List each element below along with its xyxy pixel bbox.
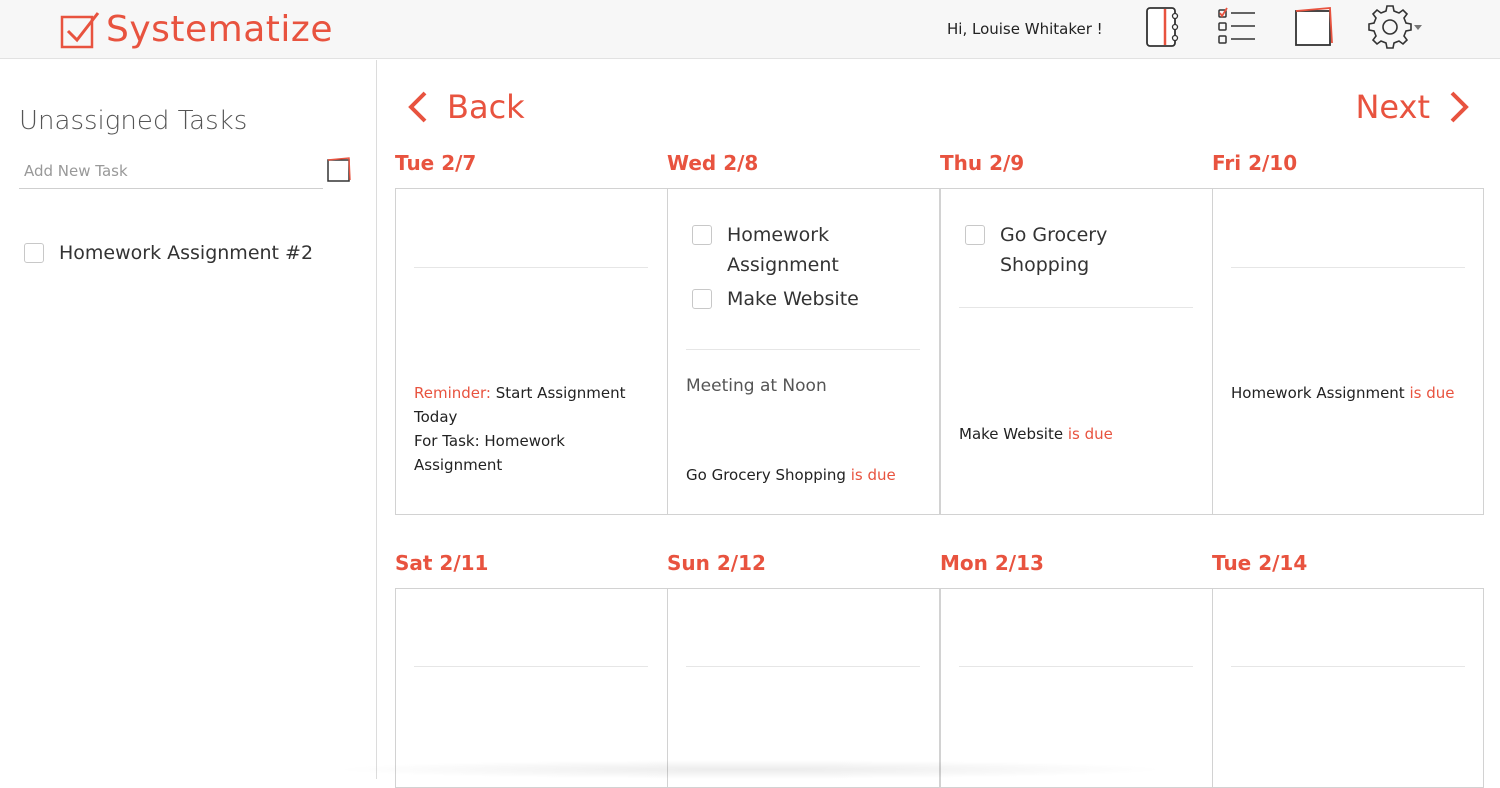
next-button[interactable]: Next <box>1355 88 1472 126</box>
list-item[interactable]: Make Website <box>692 284 922 314</box>
day-header: Tue 2/7 <box>395 151 477 175</box>
sidebar-title: Unassigned Tasks <box>19 106 248 136</box>
checklist-icon[interactable] <box>1214 4 1258 50</box>
day-header: Sat 2/11 <box>395 551 489 575</box>
reminder-note: Reminder: Start Assignment Today For Tas… <box>414 381 654 477</box>
sticky-note-icon <box>327 157 351 182</box>
task-label: Homework Assignment <box>727 224 839 276</box>
day-cell-mon-2-13[interactable] <box>940 588 1213 788</box>
reminder-prefix: Reminder: <box>414 384 491 402</box>
cell-divider <box>686 349 920 350</box>
chevron-right-icon <box>1450 91 1469 123</box>
day-cell-sun-2-12[interactable] <box>667 588 940 788</box>
day-header: Fri 2/10 <box>1212 151 1298 175</box>
checkbox-logo-icon <box>60 12 100 49</box>
due-item: Make Website <box>959 425 1064 443</box>
due-note: Homework Assignment is due <box>1231 381 1454 405</box>
scroll-shadow <box>330 760 1170 779</box>
app-name: Systematize <box>106 8 333 50</box>
event-item[interactable]: Meeting at Noon <box>686 376 827 396</box>
list-item[interactable]: Homework Assignment #2 <box>24 238 313 268</box>
day-header: Tue 2/14 <box>1212 551 1308 575</box>
cell-divider <box>414 666 648 667</box>
app-logo[interactable]: Systematize <box>60 6 333 52</box>
task-label: Make Website <box>727 288 859 310</box>
day-header: Mon 2/13 <box>940 551 1044 575</box>
due-item: Homework Assignment <box>1231 384 1405 402</box>
day-header: Wed 2/8 <box>667 151 759 175</box>
due-note: Make Website is due <box>959 422 1113 446</box>
user-greeting: Hi, Louise Whitaker ! <box>947 20 1103 38</box>
day-header: Thu 2/9 <box>940 151 1025 175</box>
day-cell-tue-2-7[interactable]: Reminder: Start Assignment Today For Tas… <box>395 188 668 515</box>
settings-gear-icon[interactable] <box>1368 4 1426 50</box>
cell-divider <box>959 666 1193 667</box>
task-checkbox[interactable] <box>692 225 712 245</box>
day-cell-sat-2-11[interactable] <box>395 588 668 788</box>
top-bar: Systematize Hi, Louise Whitaker ! <box>0 0 1500 59</box>
cell-divider <box>686 666 920 667</box>
due-suffix: is due <box>1409 384 1455 402</box>
back-button[interactable]: Back <box>405 88 525 126</box>
day-cell-wed-2-8[interactable]: Homework Assignment Make Website Meeting… <box>667 188 940 515</box>
list-item[interactable]: Go Grocery Shopping <box>965 220 1145 280</box>
due-suffix: is due <box>1067 425 1113 443</box>
add-task-button[interactable] <box>325 156 353 184</box>
day-cell-fri-2-10[interactable]: Homework Assignment is due <box>1212 188 1484 515</box>
add-new-task-input[interactable] <box>19 154 323 189</box>
back-label: Back <box>447 88 525 126</box>
notebook-icon[interactable] <box>1139 4 1183 50</box>
cell-divider <box>1231 666 1465 667</box>
reminder-task: For Task: Homework Assignment <box>414 432 565 474</box>
cell-divider <box>959 307 1193 308</box>
day-header: Sun 2/12 <box>667 551 766 575</box>
task-checkbox[interactable] <box>24 243 44 263</box>
cell-divider <box>1231 267 1465 268</box>
day-cell-thu-2-9[interactable]: Go Grocery Shopping Make Website is due <box>940 188 1213 515</box>
next-label: Next <box>1355 88 1430 126</box>
task-checkbox[interactable] <box>965 225 985 245</box>
task-label: Go Grocery Shopping <box>1000 224 1108 276</box>
unassigned-tasks-panel: Unassigned Tasks Homework Assignment #2 <box>0 60 377 779</box>
chevron-left-icon <box>408 91 427 123</box>
due-note: Go Grocery Shopping is due <box>686 463 896 487</box>
task-label: Homework Assignment #2 <box>59 242 314 264</box>
due-suffix: is due <box>850 466 896 484</box>
task-checkbox[interactable] <box>692 289 712 309</box>
due-item: Go Grocery Shopping <box>686 466 846 484</box>
cell-divider <box>414 267 648 268</box>
list-item[interactable]: Homework Assignment <box>692 220 892 280</box>
sticky-note-icon[interactable] <box>1292 4 1336 50</box>
day-cell-tue-2-14[interactable] <box>1212 588 1484 788</box>
